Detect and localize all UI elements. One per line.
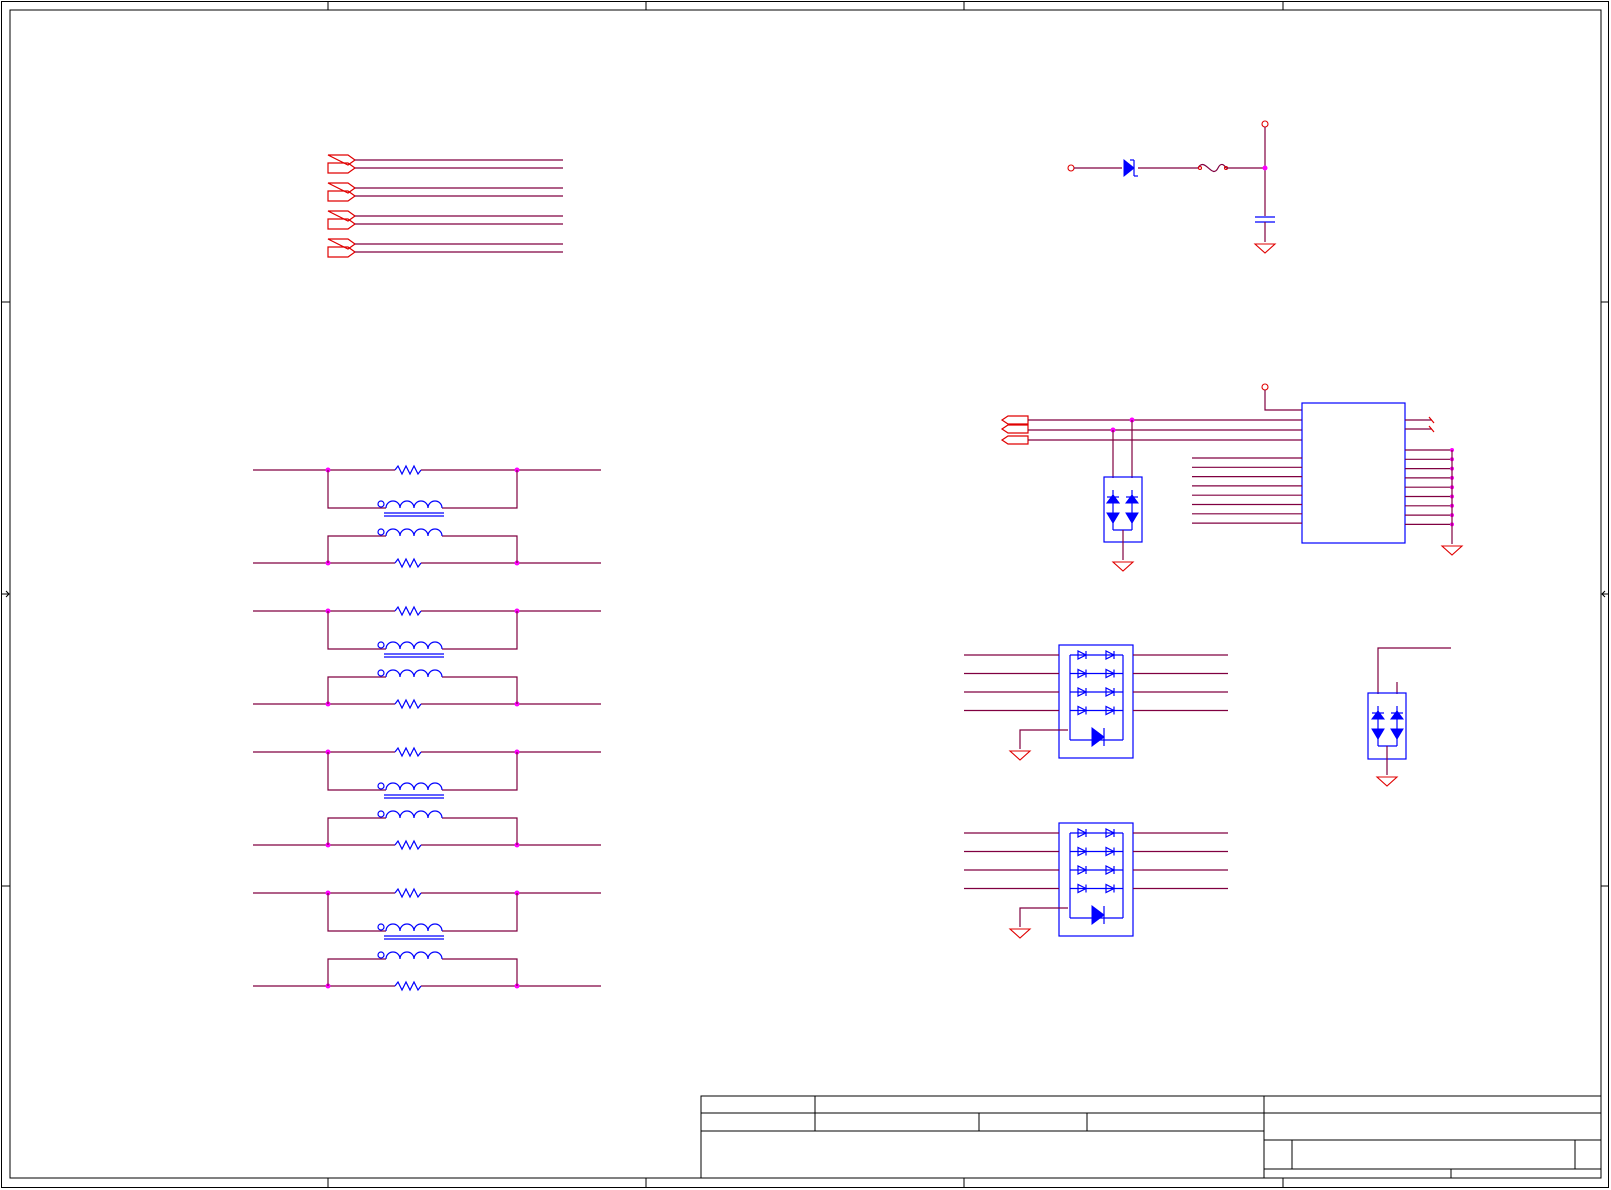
ferrite-resistor-icon [394, 746, 422, 758]
ferrite-resistor-icon [394, 980, 422, 992]
ground-icon [1111, 561, 1135, 572]
ground-icon [1008, 928, 1032, 939]
diode-array [964, 822, 1228, 939]
tvs-diode-icon [1091, 727, 1105, 747]
fuse-icon [1197, 163, 1227, 172]
interface-ic [1301, 402, 1406, 544]
ic-right-pins [1405, 448, 1454, 527]
schematic-sheet [1, 1, 1609, 1188]
ferrite-resistor-icon [394, 698, 422, 710]
tvs-diode-pair-2 [1367, 647, 1451, 787]
common-mode-choke-block [253, 605, 601, 710]
offsheet-connector-pair [327, 154, 563, 174]
common-mode-choke-block [253, 887, 601, 992]
left-center-arrow-icon [2, 590, 10, 598]
choke-coil-icon [385, 782, 443, 791]
offsheet-connector-pair [327, 210, 563, 230]
diode-array [964, 644, 1228, 761]
ground-icon [1375, 776, 1399, 787]
ic-interface-circuit [1000, 383, 1464, 572]
capacitor-icon [1255, 216, 1275, 223]
tvs-diode-icon [1091, 905, 1105, 925]
ground-icon [1008, 750, 1032, 761]
offsheet-connector-pair [327, 238, 563, 258]
choke-coil-icon [385, 669, 443, 678]
schottky-diode-icon [1123, 158, 1138, 178]
ground-icon [1253, 243, 1277, 254]
right-center-arrow-icon [1601, 590, 1609, 598]
drawing-frame [1, 1, 1609, 1188]
common-mode-choke-blocks [253, 464, 601, 992]
choke-coil-icon [385, 923, 443, 932]
choke-coil-icon [385, 810, 443, 819]
choke-coil-icon [385, 641, 443, 650]
ferrite-resistor-icon [394, 464, 422, 476]
power-input-circuit [1067, 120, 1277, 254]
ic-left-pins [1192, 457, 1302, 524]
ground-icon [1440, 545, 1464, 556]
common-mode-choke-block [253, 464, 601, 569]
diode-arrays [964, 644, 1228, 939]
choke-coil-icon [385, 528, 443, 537]
ferrite-resistor-icon [394, 557, 422, 569]
vcc-terminal [1261, 120, 1269, 128]
choke-coil-icon [385, 951, 443, 960]
offsheet-connector-bank [327, 154, 563, 258]
power-input-terminal [1067, 164, 1075, 172]
ic-vcc-terminal [1261, 383, 1269, 391]
ferrite-resistor-icon [394, 839, 422, 851]
title-block [700, 1095, 1602, 1179]
input-connectors [1000, 415, 1029, 445]
ferrite-resistor-icon [394, 887, 422, 899]
choke-coil-icon [385, 500, 443, 509]
ferrite-resistor-icon [394, 605, 422, 617]
common-mode-choke-block [253, 746, 601, 851]
offsheet-connector-pair [327, 182, 563, 202]
